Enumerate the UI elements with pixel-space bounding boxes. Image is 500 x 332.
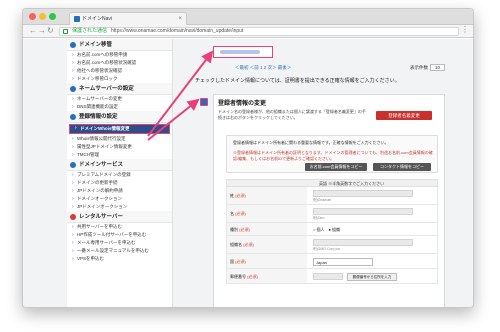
selected-domain-highlight	[213, 46, 273, 58]
field-label: 姓	[230, 193, 234, 198]
type-radio-group[interactable]: ○ 個人 ● 組織	[313, 227, 340, 233]
close-window-icon[interactable]	[29, 13, 36, 20]
panel-description: ドメイン名の登録者様が、他の組織または個人に譲渡する「登録者名義変更」の手続きは…	[218, 109, 366, 120]
postal-code-input[interactable]	[313, 273, 343, 280]
lock-icon	[63, 29, 68, 34]
copy-member-info-button[interactable]: お名前.com会員情報をコピー	[305, 163, 367, 171]
forward-icon[interactable]: →	[38, 26, 46, 35]
sidebar-item[interactable]: メール専用サーバーを申込む	[67, 239, 172, 247]
sidebar-item[interactable]: お名前.comへの移管状況確認	[67, 59, 172, 67]
field-label: 名	[230, 211, 234, 216]
url-input[interactable]: 保護された通信 https://www.onamae.com/domain/nav…	[59, 27, 459, 36]
nameserver-icon	[70, 86, 76, 92]
field-hint: 例)GMO Corp,Inc	[313, 247, 341, 251]
form-header: 英語 ※半角英数字でご入力ください	[226, 179, 438, 187]
organization-input[interactable]	[313, 239, 413, 246]
domain-service-icon	[70, 162, 76, 168]
required-label: (必須)	[235, 259, 246, 264]
blurred-domain	[220, 50, 260, 54]
sidebar-item[interactable]: JPドメインの解約申請	[67, 187, 172, 195]
secure-label: 保護された通信	[72, 28, 108, 34]
required-label: (必須)	[235, 211, 246, 216]
sidebar-section-rental-server[interactable]: レンタルサーバー	[67, 211, 172, 223]
sidebar-item[interactable]: Whois情報公開代行設定	[67, 135, 172, 143]
server-icon	[70, 214, 76, 220]
form-row: 姓 (必須) 例)Onamae	[226, 187, 438, 205]
sidebar-section-registration[interactable]: 登録情報の設定	[67, 111, 172, 123]
required-label: (必須)	[243, 242, 254, 247]
form-row: 組織名 (必須) 例)GMO Corp,Inc	[226, 236, 438, 254]
sidebar-item[interactable]: ドメインの更新手続	[67, 179, 172, 187]
field-hint: 例)Onamae	[313, 198, 332, 202]
page-content: ドメイン移管 お名前.comへの移管申請 お名前.comへの移管状況確認 他社へ…	[23, 39, 473, 307]
sidebar-item-whois-change[interactable]: ドメインWhois情報変更	[69, 124, 170, 134]
sidebar-item[interactable]: お名前.comへの移管申請	[67, 51, 172, 59]
sidebar-item[interactable]: ドメイン移管ロック	[67, 75, 172, 83]
notice-warning: ※登録者情報はドメイン所有者の証明となります。ドメインの管理者についても、別途お…	[233, 150, 433, 161]
registrant-form: 英語 ※半角英数字でご入力ください 姓 (必須) 例)Onamae 名 (必須)…	[226, 179, 438, 284]
country-select[interactable]: Japan	[313, 258, 373, 266]
sidebar-item[interactable]: プレミアムドメインの登録	[67, 171, 172, 179]
tab-bar: ドメインNavi ×	[23, 9, 473, 25]
url-text: https://www.onamae.com/domain/navi/domai…	[111, 28, 244, 34]
registrant-checkbox[interactable]	[200, 98, 208, 106]
sidebar-item[interactable]: TMCH管理	[67, 151, 172, 159]
tab-title: ドメインNavi	[82, 16, 113, 22]
field-hint: 例)Taro	[313, 216, 325, 220]
registration-icon	[70, 114, 76, 120]
sidebar-item[interactable]: DNS関連機能の設定	[67, 103, 172, 111]
sidebar-section-domain-service[interactable]: ドメインサービス	[67, 159, 172, 171]
copy-contact-info-button[interactable]: コンタクト情報をコピー	[373, 163, 431, 171]
sidebar-item[interactable]: ネームサーバーの変更	[67, 95, 172, 103]
per-page-control: 表示件数 10	[410, 64, 445, 71]
sidebar-item[interactable]: JPドメインオークション	[67, 203, 172, 211]
minimize-window-icon[interactable]	[39, 13, 46, 20]
field-label: 国	[230, 259, 234, 264]
field-label: 組織名	[230, 242, 242, 247]
form-row: 郵便番号 (必須) 郵便番号から住所を入力	[226, 269, 438, 284]
form-row: 種別 (必須) ○ 個人 ● 組織	[226, 223, 438, 236]
first-name-input[interactable]	[313, 208, 413, 215]
registrant-panel: 登録者情報の変更 ドメイン名の登録者様が、他の組織または個人に譲渡する「登録者名…	[213, 94, 445, 307]
transfer-icon	[70, 42, 76, 48]
sidebar-section-nameserver[interactable]: ネームサーバーの設定	[67, 83, 172, 95]
favicon-icon	[74, 16, 80, 22]
registrant-change-button[interactable]: 登録者名義変更	[376, 111, 432, 120]
reload-icon[interactable]: ↻	[47, 26, 54, 35]
main-area: ＜最初 ＜前 1 2 次＞ 最後＞ 表示件数 10 チェックしたドメイン情報につい…	[175, 39, 473, 307]
close-tab-icon[interactable]: ×	[178, 13, 182, 25]
sidebar-item[interactable]: VPSを申込む	[67, 255, 172, 263]
sidebar-item[interactable]: ドメインオークション	[67, 195, 172, 203]
maximize-window-icon[interactable]	[49, 13, 56, 20]
sidebar-section-transfer[interactable]: ドメイン移管	[67, 39, 172, 51]
panel-title: 登録者情報の変更	[218, 101, 267, 107]
back-icon[interactable]: ←	[29, 26, 37, 35]
last-name-input[interactable]	[313, 190, 413, 197]
field-label: 郵便番号	[230, 274, 246, 279]
sidebar-item[interactable]: 属性型JPドメイン情報変更	[67, 143, 172, 151]
notice-text: 登録者情報はドメイン所有者に関わる重要な情報です。正確な情報をご入力ください。	[233, 140, 389, 145]
form-row: 名 (必須) 例)Taro	[226, 205, 438, 223]
postal-lookup-button[interactable]: 郵便番号から住所を入力	[347, 273, 397, 281]
info-text: チェックしたドメイン情報については、証明書を提出できる正確な情報をご入力ください…	[195, 78, 400, 84]
form-row: 国 (必須) Japan	[226, 254, 438, 269]
notice-box: 登録者情報はドメイン所有者に関わる重要な情報です。正確な情報をご入力ください。 …	[226, 135, 438, 173]
sidebar-item[interactable]: 他社への移管状況確認	[67, 67, 172, 75]
required-label: (必須)	[235, 193, 246, 198]
sidebar-item[interactable]: 共用サーバーを申込む	[67, 223, 172, 231]
browser-window: ドメインNavi × ← → ↻ 保護された通信 https://www.onam…	[22, 8, 474, 308]
required-label: (必須)	[247, 274, 258, 279]
address-bar: ← → ↻ 保護された通信 https://www.onamae.com/doma…	[23, 25, 473, 38]
sidebar-item[interactable]: 一番メール設定マニュアルを申込む	[67, 247, 172, 255]
browser-tab[interactable]: ドメインNavi ×	[69, 12, 187, 25]
field-label: 種別	[230, 227, 238, 232]
menu-icon[interactable]: ⋮	[461, 25, 469, 34]
sidebar: ドメイン移管 お名前.comへの移管申請 お名前.comへの移管状況確認 他社へ…	[67, 39, 173, 307]
pagination[interactable]: ＜最初 ＜前 1 2 次＞ 最後＞	[235, 65, 291, 71]
required-label: (必須)	[239, 227, 250, 232]
per-page-select[interactable]: 10	[429, 64, 445, 71]
sidebar-item[interactable]: HP作成ツール付サーバーを申込む	[67, 231, 172, 239]
